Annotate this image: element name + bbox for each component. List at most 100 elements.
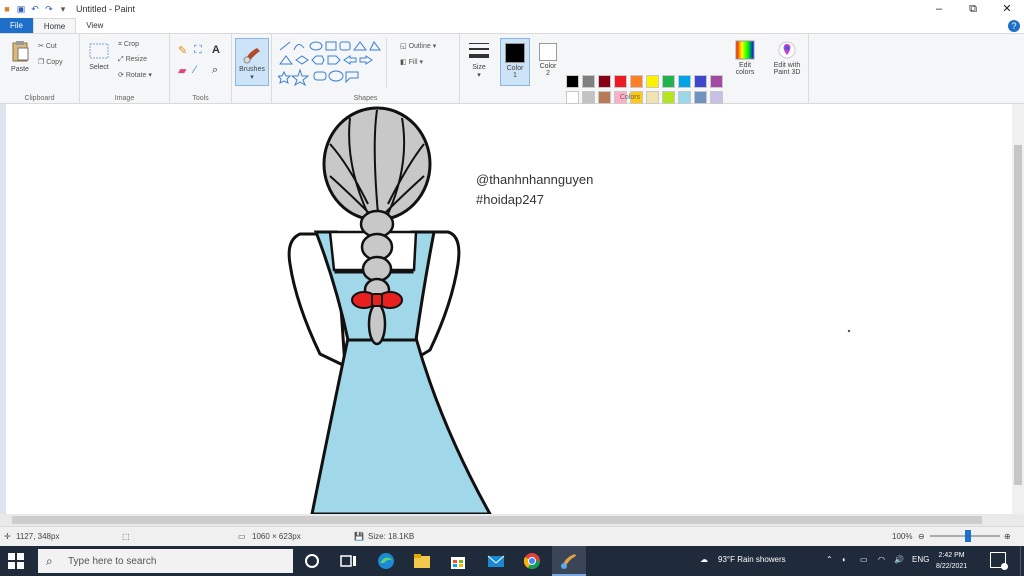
clipboard-group-label: Clipboard — [24, 95, 55, 102]
tab-view[interactable]: View — [76, 18, 113, 33]
canvas-size-icon: ▭ — [238, 532, 246, 541]
drawing-canvas[interactable] — [0, 104, 1010, 514]
weather-text[interactable]: 93°F Rain showers — [718, 555, 786, 564]
text-icon[interactable]: A — [212, 44, 220, 56]
horizontal-scroll-thumb[interactable] — [12, 516, 982, 524]
network-icon[interactable]: ▭ — [860, 555, 868, 564]
size-button[interactable]: Size ▾ — [464, 40, 494, 79]
scissors-icon: ✂ — [38, 43, 44, 50]
maximize-button[interactable]: ⧉ — [956, 0, 990, 18]
resize-button[interactable]: ⤢ Resize — [118, 56, 147, 64]
show-desktop-button[interactable] — [1020, 546, 1024, 576]
select-label: Select — [89, 64, 109, 71]
outline-icon: ◱ — [400, 43, 407, 50]
color-picker-icon[interactable]: ⁄ — [194, 64, 196, 76]
palette-swatch[interactable] — [566, 75, 579, 88]
fill-label: Fill ▾ — [408, 59, 423, 66]
windows-start-icon[interactable] — [8, 553, 24, 569]
brushes-dropdown-icon: ▾ — [250, 74, 254, 81]
edit-colors-label: Edit colors — [735, 62, 755, 76]
file-explorer-icon[interactable] — [412, 551, 432, 571]
palette-swatch[interactable] — [662, 75, 675, 88]
close-button[interactable]: ✕ — [990, 0, 1024, 18]
cortana-icon[interactable] — [302, 551, 322, 571]
palette-swatch[interactable] — [710, 91, 723, 104]
paint-app-icon: ■ — [4, 4, 10, 14]
weather-icon[interactable]: ☁ — [700, 555, 708, 564]
fill-icon[interactable]: ⛶ — [194, 44, 202, 57]
shapes-gallery[interactable] — [278, 40, 398, 86]
undo-icon[interactable]: ↶ — [30, 4, 40, 14]
edge-browser-icon[interactable] — [376, 551, 396, 571]
zoom-out-icon[interactable]: ⊖ — [918, 532, 925, 541]
title-bar: ■ ▣ ↶ ↷ ▾ Untitled - Paint – ⧉ ✕ — [0, 0, 1024, 18]
meet-now-icon[interactable]: ◐ — [842, 555, 847, 564]
customize-quick-access-icon[interactable]: ▾ — [58, 4, 68, 14]
outline-button[interactable]: ◱ Outline ▾ — [400, 42, 436, 50]
minimize-button[interactable]: – — [922, 0, 956, 18]
ribbon-tabs: File Home View ? — [0, 18, 1024, 34]
redo-icon[interactable]: ↷ — [44, 4, 54, 14]
help-icon[interactable]: ? — [1008, 20, 1020, 32]
magnifier-icon[interactable]: ⌕ — [212, 64, 218, 77]
notifications-icon[interactable] — [990, 552, 1008, 570]
wifi-icon[interactable]: ◠ — [878, 555, 885, 564]
copy-button[interactable]: ❐ Copy — [38, 58, 63, 66]
volume-icon[interactable]: 🔊 — [894, 555, 904, 564]
rotate-button[interactable]: ⟳ Rotate ▾ — [118, 71, 152, 79]
crop-button[interactable]: ⌗ Crop — [118, 41, 139, 49]
palette-swatch[interactable] — [694, 75, 707, 88]
shapes-group-label: Shapes — [353, 95, 378, 102]
paste-button[interactable]: Paste — [6, 40, 34, 73]
store-icon[interactable] — [448, 551, 468, 571]
notification-badge — [1001, 563, 1008, 570]
cut-button[interactable]: ✂ Cut — [38, 42, 57, 50]
zoom-slider-thumb[interactable] — [965, 530, 971, 542]
tab-home[interactable]: Home — [32, 18, 77, 33]
brushes-button[interactable]: Brushes ▾ — [235, 38, 269, 86]
input-language[interactable]: ENG — [912, 555, 929, 564]
vertical-scroll-thumb[interactable] — [1014, 145, 1022, 485]
canvas-dot — [847, 329, 851, 333]
zoom-in-icon[interactable]: ⊕ — [1004, 532, 1011, 541]
pencil-icon[interactable]: ✎ — [178, 44, 187, 57]
edit-colors-button[interactable]: Edit colors — [730, 40, 760, 76]
palette-swatch[interactable] — [614, 75, 627, 88]
palette-swatch[interactable] — [582, 75, 595, 88]
hair-bow — [351, 291, 403, 309]
size-group: Size ▾ — [460, 34, 498, 104]
copy-label: Copy — [46, 59, 63, 66]
paint-taskbar-button[interactable] — [552, 546, 586, 576]
palette-swatch[interactable] — [598, 75, 611, 88]
color2-number: 2 — [546, 70, 550, 77]
mail-icon[interactable] — [486, 551, 506, 571]
tools-group-label: Tools — [192, 95, 209, 102]
taskbar-clock[interactable]: 2:42 PM 8/22/2021 — [936, 550, 967, 572]
tray-overflow-icon[interactable]: ⌃ — [826, 555, 833, 564]
color1-button[interactable]: Color 1 — [500, 38, 530, 86]
palette-swatch[interactable] — [710, 75, 723, 88]
color2-button[interactable]: Color 2 — [534, 38, 562, 86]
eraser-icon[interactable]: ▰ — [178, 64, 186, 77]
chrome-icon[interactable] — [522, 551, 542, 571]
fill-button[interactable]: ◧ Fill ▾ — [400, 58, 423, 66]
canvas-caption-username: @thanhnhannguyen — [476, 172, 594, 187]
paste-icon — [12, 41, 29, 62]
tab-file[interactable]: File — [0, 18, 33, 33]
crop-icon: ⌗ — [118, 41, 122, 48]
save-icon[interactable]: ▣ — [16, 4, 26, 14]
select-button[interactable]: Select — [84, 40, 114, 71]
file-size-icon: 💾 — [354, 532, 364, 541]
shapes-scroll[interactable] — [386, 38, 396, 88]
palette-swatch[interactable] — [630, 75, 643, 88]
taskbar-search-box[interactable]: ⌕ Type here to search — [38, 549, 293, 573]
edit-paint3d-button[interactable]: Edit with Paint 3D — [768, 40, 806, 76]
ribbon-divider — [808, 34, 809, 104]
crop-label: Crop — [123, 41, 140, 48]
palette-swatch[interactable] — [678, 75, 691, 88]
palette-swatch[interactable] — [646, 75, 659, 88]
taskbar: ⌕ Type here to search ☁ 93°F Rain shower… — [0, 546, 1024, 576]
task-view-icon[interactable] — [338, 551, 358, 571]
paint3d-icon — [778, 41, 796, 59]
colors-group-label: Colors — [619, 94, 641, 101]
